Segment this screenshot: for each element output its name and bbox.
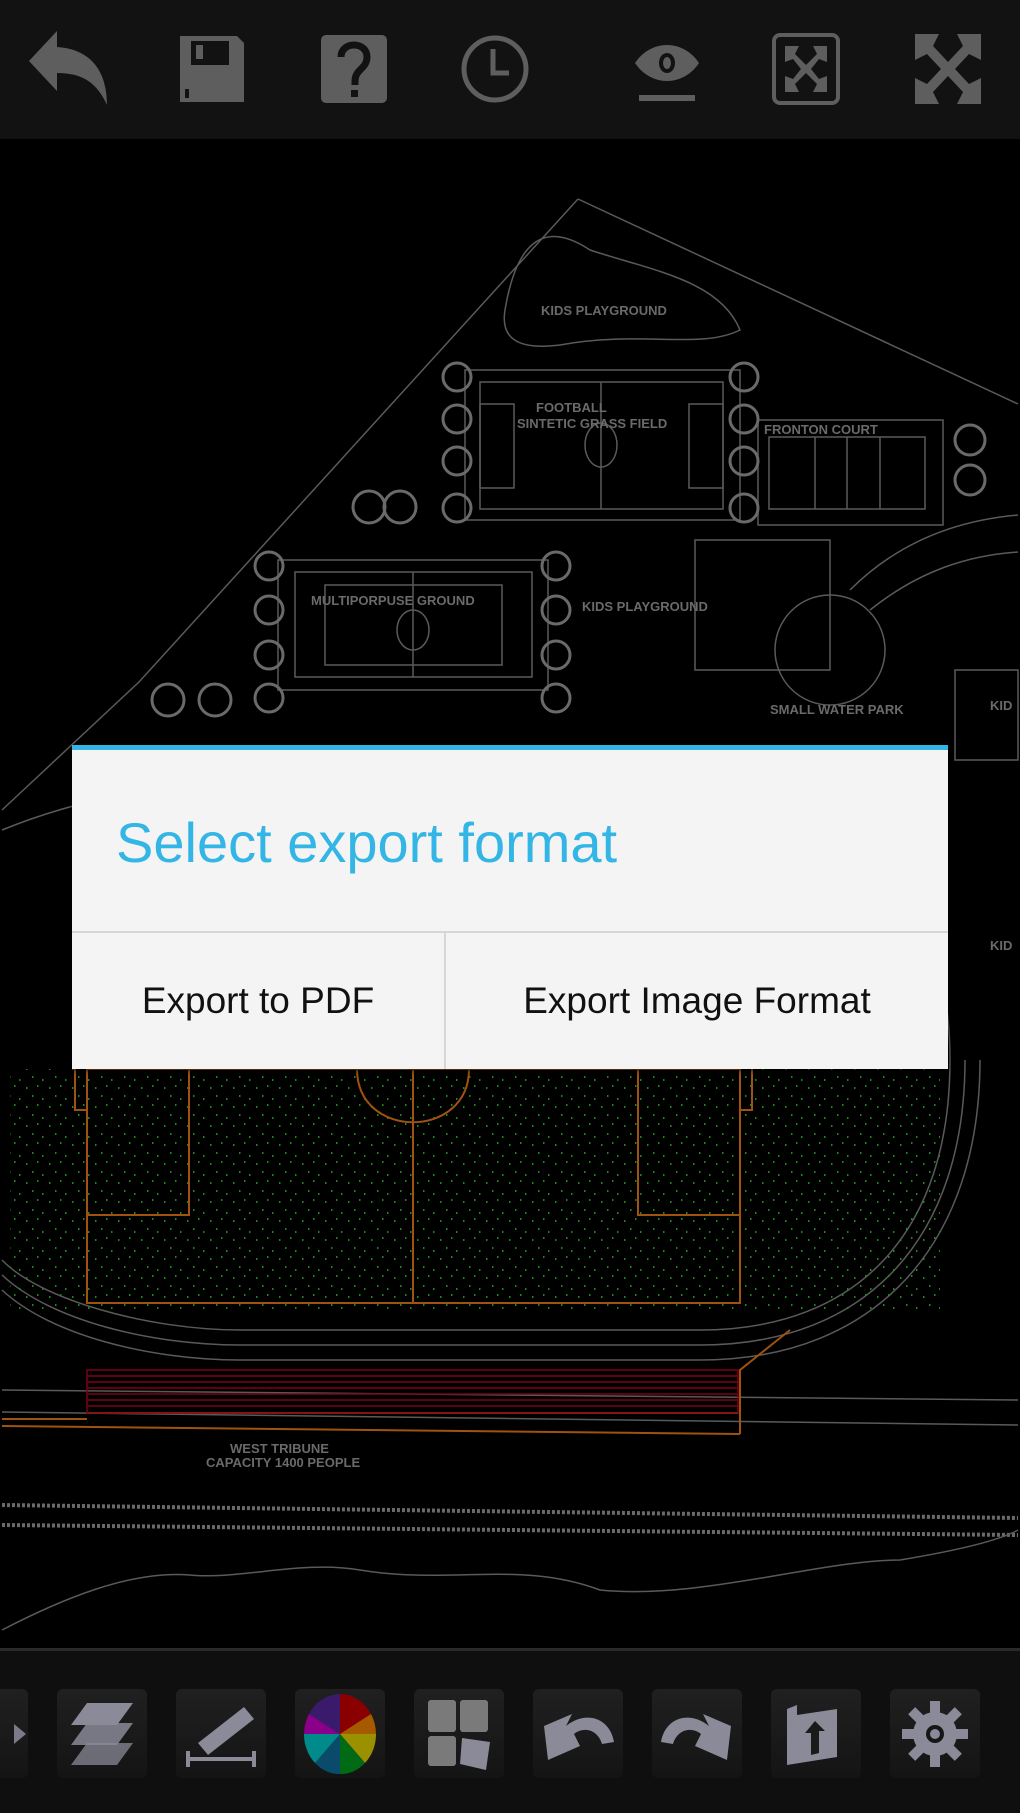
label-multipurpose: MULTIPORPUSE GROUND — [311, 593, 475, 608]
layers-icon — [71, 1702, 133, 1765]
label-capacity: CAPACITY 1400 PEOPLE — [206, 1455, 360, 1470]
site-boundary — [1, 198, 1019, 811]
grass-area — [10, 1069, 940, 1309]
back-arrow-icon — [29, 31, 107, 105]
partial-tool-icon — [14, 1723, 26, 1744]
redo-button[interactable] — [652, 1689, 742, 1778]
label-kids-playground-2: KIDS PLAYGROUND — [582, 599, 708, 614]
color-button[interactable] — [295, 1689, 385, 1778]
export-pdf-button[interactable]: Export to PDF — [72, 933, 446, 1069]
redo-icon — [661, 1713, 731, 1760]
label-football: FOOTBALL — [536, 400, 607, 415]
view-button[interactable] — [625, 27, 709, 111]
undo-button[interactable] — [533, 1689, 623, 1778]
label-sintetic-field: SINTETIC GRASS FIELD — [517, 416, 667, 431]
open-folder-icon — [787, 1704, 837, 1765]
help-question-icon — [321, 35, 387, 103]
export-image-button[interactable]: Export Image Format — [446, 933, 948, 1069]
fullscreen-expand-icon — [915, 34, 981, 104]
label-water-park: SMALL WATER PARK — [770, 702, 904, 717]
help-button[interactable] — [312, 27, 396, 111]
save-button[interactable] — [170, 27, 254, 111]
export-format-dialog: Select export format Export to PDF Expor… — [72, 745, 948, 1069]
label-kid-partial: KID — [990, 698, 1012, 713]
clock-history-icon — [461, 35, 529, 103]
open-file-button[interactable] — [771, 1689, 861, 1778]
label-kids-playground: KIDS PLAYGROUND — [541, 303, 667, 318]
history-button[interactable] — [453, 27, 537, 111]
bottom-toolbar — [0, 1648, 1020, 1813]
undo-icon — [544, 1713, 614, 1760]
fit-screen-button[interactable] — [764, 27, 848, 111]
color-wheel-icon — [304, 1693, 376, 1774]
save-floppy-icon — [180, 36, 244, 102]
back-button[interactable] — [27, 27, 111, 111]
settings-gear-icon — [902, 1700, 968, 1767]
measure-button[interactable] — [176, 1689, 266, 1778]
layers-button[interactable] — [57, 1689, 147, 1778]
layout-grid-icon — [428, 1699, 490, 1770]
partial-tool-button[interactable] — [0, 1689, 28, 1778]
eye-view-icon — [635, 45, 699, 101]
layout-button[interactable] — [414, 1689, 504, 1778]
label-west-tribune: WEST TRIBUNE — [230, 1441, 329, 1456]
top-toolbar — [0, 0, 1020, 139]
label-fronton-court: FRONTON COURT — [764, 422, 878, 437]
settings-button[interactable] — [890, 1689, 980, 1778]
dialog-title: Select export format — [116, 811, 618, 874]
fullscreen-button[interactable] — [906, 27, 990, 111]
fit-to-screen-icon — [772, 33, 840, 105]
measure-ruler-icon — [186, 1706, 256, 1767]
label-kid-partial-2: KID — [990, 938, 1012, 953]
